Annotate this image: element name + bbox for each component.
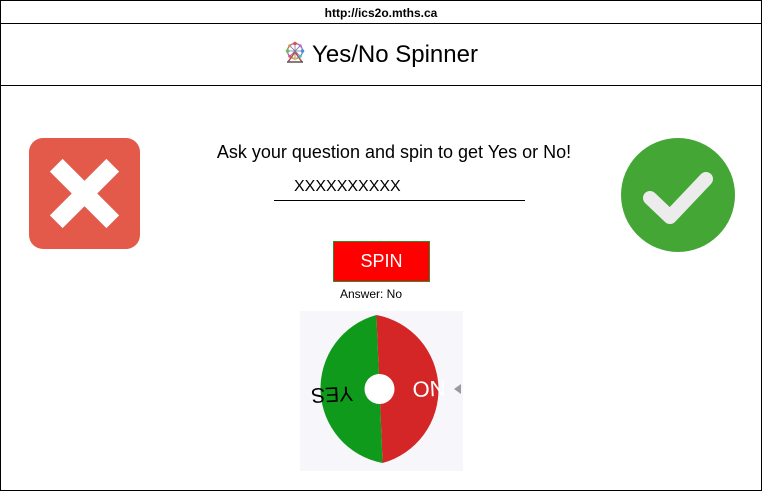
spin-button[interactable]: SPIN bbox=[333, 241, 430, 282]
spinner-wheel-panel: NO YES bbox=[300, 311, 463, 471]
prompt-text: Ask your question and spin to get Yes or… bbox=[216, 142, 572, 162]
wheel-label-no: NO bbox=[412, 375, 446, 402]
answer-text: Answer: No bbox=[340, 287, 403, 301]
wheel-label-yes: YES bbox=[310, 381, 353, 406]
app-frame: http://ics2o.mths.ca Yes/No Spinner Ask … bbox=[0, 0, 762, 491]
page-header: Yes/No Spinner bbox=[1, 24, 761, 86]
wheel-hub bbox=[364, 374, 395, 404]
question-input[interactable] bbox=[274, 173, 525, 201]
spinner-wheel[interactable]: NO YES bbox=[300, 311, 463, 471]
check-mark-icon bbox=[620, 137, 736, 258]
page-title: Yes/No Spinner bbox=[312, 40, 478, 68]
ferris-wheel-icon bbox=[284, 41, 306, 68]
url-bar: http://ics2o.mths.ca bbox=[1, 1, 761, 24]
wheel-pointer bbox=[454, 384, 461, 394]
x-mark-icon bbox=[29, 138, 140, 254]
